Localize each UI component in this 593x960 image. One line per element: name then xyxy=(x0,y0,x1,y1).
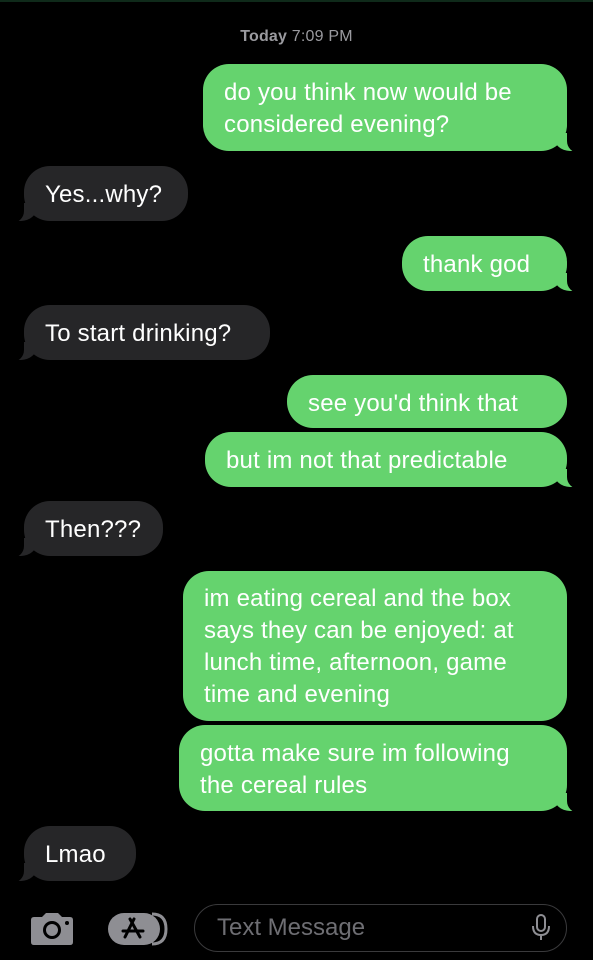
message-input-bar: Text Message xyxy=(0,895,593,960)
received-message-bubble[interactable]: Then??? xyxy=(4,501,163,558)
timestamp-time: 7:09 PM xyxy=(291,28,353,45)
sent-message-bubble[interactable]: but im not that predictable xyxy=(205,432,587,489)
sent-message-bubble[interactable]: gotta make sure im following the cereal … xyxy=(179,725,587,813)
conversation-timestamp: Today 7:09 PM xyxy=(0,28,593,46)
microphone-button[interactable] xyxy=(530,914,552,942)
received-message-bubble[interactable]: To start drinking? xyxy=(4,305,270,362)
message-text-field[interactable]: Text Message xyxy=(194,904,567,952)
camera-icon xyxy=(31,913,73,945)
sent-message-bubble[interactable]: thank god xyxy=(402,236,587,293)
text-field-placeholder: Text Message xyxy=(217,914,366,941)
received-message-bubble[interactable]: Lmao xyxy=(4,826,136,883)
received-message-bubble[interactable]: Yes...why? xyxy=(4,166,188,223)
timestamp-day: Today xyxy=(240,28,288,45)
top-divider xyxy=(0,0,593,2)
app-store-icon xyxy=(108,912,168,946)
app-store-button[interactable] xyxy=(106,911,170,947)
camera-button[interactable] xyxy=(27,911,77,947)
sent-message-bubble[interactable]: im eating cereal and the box says they c… xyxy=(183,571,567,721)
sent-message-bubble[interactable]: do you think now would be considered eve… xyxy=(203,64,587,153)
microphone-icon xyxy=(532,914,550,940)
sent-message-bubble[interactable]: see you'd think that xyxy=(287,375,567,428)
